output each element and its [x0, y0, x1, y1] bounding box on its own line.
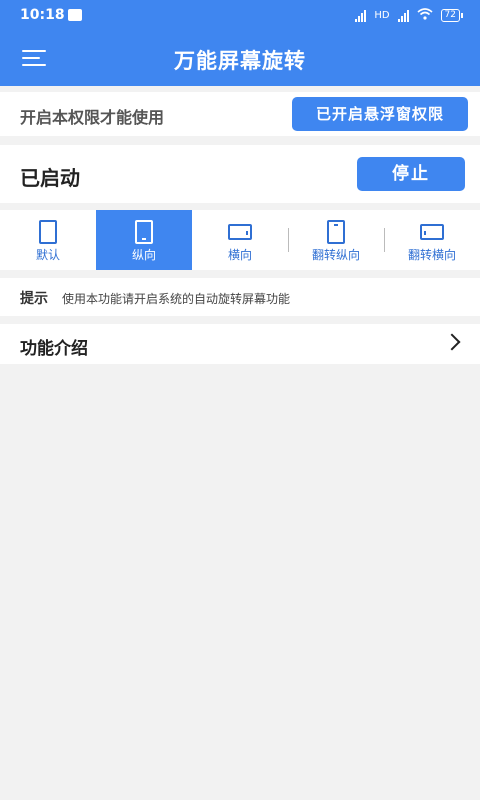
- phone-reverse-portrait-icon: [327, 220, 345, 244]
- mode-label: 默认: [35, 248, 60, 262]
- tip-row: 提示 使用本功能请开启系统的自动旋转屏幕功能: [0, 278, 480, 316]
- phone-landscape-icon: [228, 224, 252, 240]
- status-bar: 10:18 HD 72: [0, 0, 480, 32]
- page-title: 万能屏幕旋转: [174, 49, 306, 73]
- mode-landscape[interactable]: 横向: [192, 210, 288, 270]
- mode-label: 翻转纵向: [311, 248, 360, 262]
- network-type: HD: [374, 10, 390, 21]
- mode-label: 横向: [227, 248, 252, 262]
- chevron-right-icon: [443, 333, 461, 351]
- phone-reverse-landscape-icon: [420, 224, 444, 240]
- service-status: 已启动: [20, 166, 80, 190]
- mode-reverse-portrait[interactable]: 翻转纵向: [288, 210, 384, 270]
- permission-row: 开启本权限才能使用 已开启悬浮窗权限: [0, 92, 480, 136]
- notification-icon: [68, 9, 82, 21]
- permission-label: 开启本权限才能使用: [20, 108, 165, 127]
- feature-intro-row[interactable]: 功能介绍: [0, 324, 480, 364]
- app-bar: 10:18 HD 72 万能屏幕旋转: [0, 0, 480, 86]
- mode-portrait[interactable]: 纵向: [96, 210, 192, 270]
- tip-heading: 提示: [20, 291, 48, 307]
- feature-intro-label: 功能介绍: [20, 339, 88, 359]
- mode-default[interactable]: 默认: [0, 210, 96, 270]
- stop-button[interactable]: 停止: [357, 157, 465, 191]
- phone-portrait-icon: [135, 220, 153, 244]
- signal-icon-2: [397, 9, 409, 22]
- status-indicators: HD 72: [355, 8, 464, 23]
- tip-text: 使用本功能请开启系统的自动旋转屏幕功能: [62, 292, 291, 306]
- status-time: 10:18: [20, 7, 65, 23]
- mode-label: 翻转横向: [407, 248, 456, 262]
- rotation-mode-bar: 默认 纵向 横向 翻转纵向 翻转横向: [0, 210, 480, 270]
- wifi-icon: [417, 8, 433, 23]
- overlay-permission-button[interactable]: 已开启悬浮窗权限: [292, 97, 468, 131]
- mode-label: 纵向: [131, 248, 156, 262]
- battery-icon: 72: [440, 9, 464, 22]
- mode-reverse-landscape[interactable]: 翻转横向: [384, 210, 480, 270]
- signal-icon: [355, 9, 367, 22]
- service-status-row: 已启动 停止: [0, 145, 480, 203]
- portrait-outline-icon: [39, 220, 57, 244]
